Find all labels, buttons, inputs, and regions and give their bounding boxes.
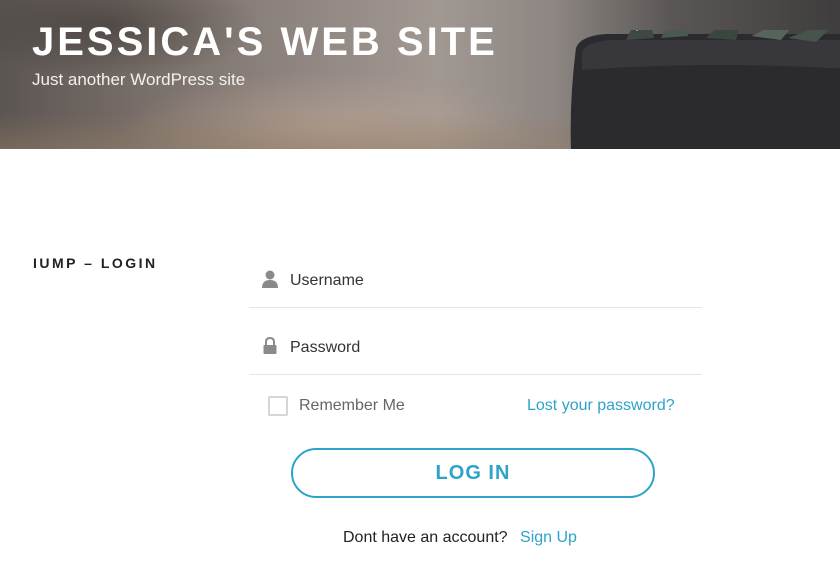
username-input[interactable]	[290, 267, 690, 295]
password-input[interactable]	[290, 334, 690, 362]
signup-prompt: Dont have an account?	[343, 529, 508, 546]
user-icon	[262, 270, 278, 288]
login-widget-title: IUMP – LOGIN	[33, 255, 158, 271]
lost-password-link[interactable]: Lost your password?	[527, 397, 675, 415]
login-button[interactable]: LOG IN	[291, 448, 655, 498]
username-field[interactable]	[249, 259, 702, 308]
site-tagline: Just another WordPress site	[32, 70, 246, 89]
password-field[interactable]	[249, 326, 702, 375]
remember-me[interactable]: Remember Me	[268, 396, 405, 416]
remember-me-checkbox[interactable]	[268, 396, 288, 416]
site-title[interactable]: JESSICA'S WEB SITE	[32, 20, 498, 64]
site-header: JESSICA'S WEB SITE Just another WordPres…	[0, 0, 840, 149]
lock-icon	[263, 336, 277, 354]
remember-me-label: Remember Me	[299, 397, 405, 414]
signup-link[interactable]: Sign Up	[520, 529, 577, 546]
signup-row: Dont have an account? Sign Up	[343, 529, 577, 547]
plant-pot-image	[570, 30, 840, 149]
